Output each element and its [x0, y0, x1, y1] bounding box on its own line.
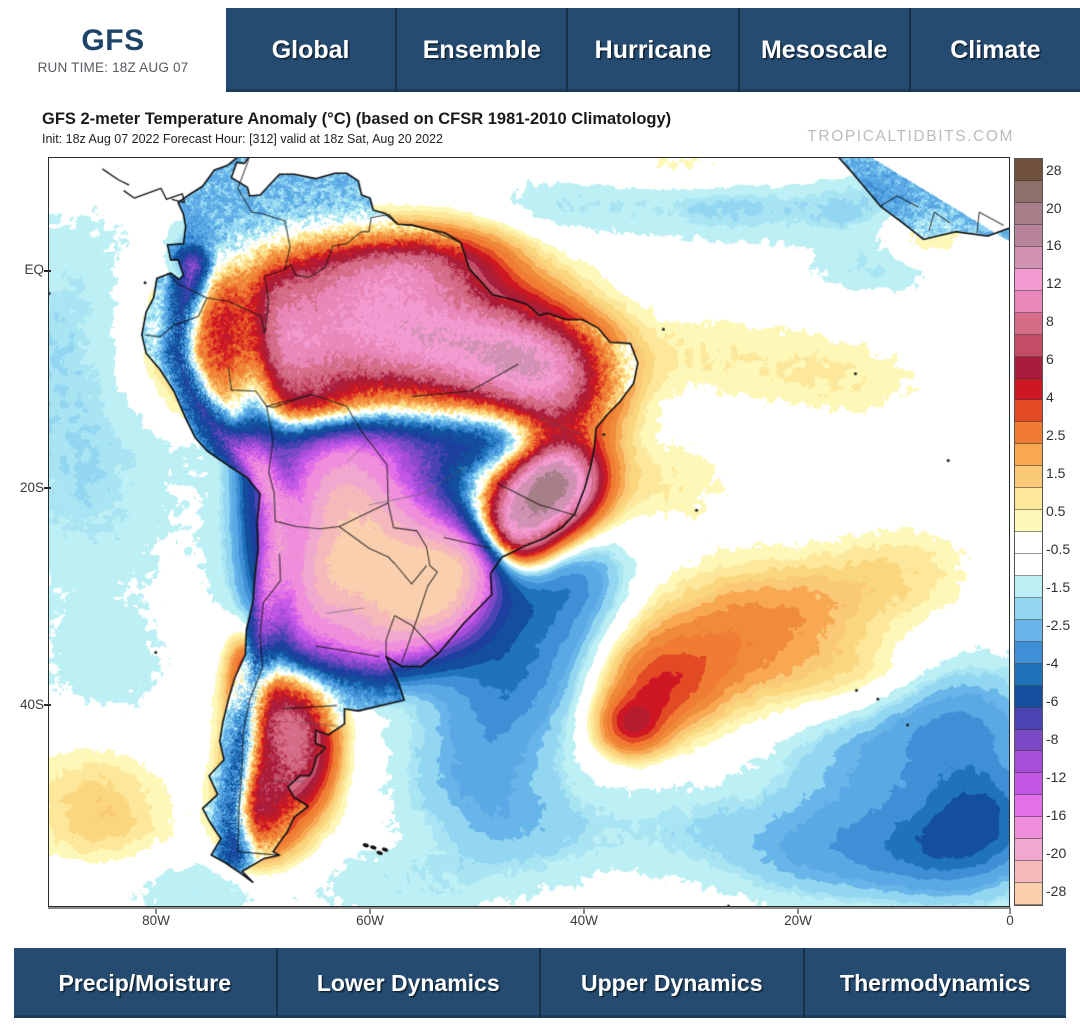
- colorbar-swatch: [1015, 707, 1042, 730]
- colorbar-swatch: [1015, 597, 1042, 620]
- colorbar-tick-label: 2.5: [1046, 427, 1066, 443]
- temperature-anomaly-raster: [49, 158, 1009, 906]
- colorbar-swatch: [1015, 839, 1042, 862]
- bottom-navigation-bar: Precip/Moisture Lower Dynamics Upper Dyn…: [14, 948, 1066, 1018]
- colorbar: [1014, 158, 1043, 906]
- chart-subtitle: Init: 18z Aug 07 2022 Forecast Hour: [31…: [42, 132, 443, 146]
- x-tick-label-80w: 80W: [142, 913, 170, 928]
- colorbar-tick-label: -28: [1046, 883, 1067, 899]
- colorbar-swatch: [1015, 883, 1042, 905]
- brand-block: GFS RUN TIME: 18Z AUG 07: [0, 8, 226, 92]
- colorbar-swatch: [1015, 159, 1042, 182]
- colorbar-swatch: [1015, 356, 1042, 379]
- x-tick-label-40w: 40W: [570, 913, 598, 928]
- tab-precip-moisture[interactable]: Precip/Moisture: [14, 948, 278, 1018]
- tab-thermodynamics[interactable]: Thermodynamics: [804, 948, 1066, 1018]
- x-tick-label-60w: 60W: [356, 913, 384, 928]
- top-navigation-bar: GFS RUN TIME: 18Z AUG 07 Global Ensemble…: [0, 8, 1080, 92]
- colorbar-swatch: [1015, 575, 1042, 598]
- colorbar-swatch: [1015, 619, 1042, 642]
- colorbar-tick-label: 28: [1046, 162, 1062, 178]
- colorbar-swatch: [1015, 729, 1042, 752]
- tab-upper-dynamics[interactable]: Upper Dynamics: [541, 948, 805, 1018]
- colorbar-tick-label: 12: [1046, 275, 1062, 291]
- colorbar-swatch: [1015, 663, 1042, 686]
- colorbar-swatch: [1015, 554, 1042, 576]
- colorbar-swatch: [1015, 773, 1042, 796]
- tab-hurricane[interactable]: Hurricane: [568, 8, 740, 92]
- colorbar-tick-label: -16: [1046, 807, 1067, 823]
- colorbar-tick-label: 4: [1046, 389, 1054, 405]
- colorbar-tick-label: -1.5: [1046, 579, 1071, 595]
- colorbar-tick-label: 20: [1046, 200, 1062, 216]
- colorbar-tick-label: 0.5: [1046, 503, 1066, 519]
- y-tick-mark-20s: [44, 487, 51, 489]
- colorbar-swatch: [1015, 422, 1042, 445]
- map-plot-area[interactable]: [48, 157, 1010, 907]
- model-name: GFS: [81, 23, 145, 57]
- colorbar-tick-label: 16: [1046, 237, 1062, 253]
- x-axis-line: [48, 907, 1010, 909]
- y-tick-label-20s: 20S: [19, 480, 44, 495]
- colorbar-tick-label: -8: [1046, 731, 1059, 747]
- colorbar-swatch: [1015, 290, 1042, 313]
- colorbar-swatch: [1015, 532, 1042, 554]
- colorbar-swatch: [1015, 641, 1042, 664]
- tab-lower-dynamics[interactable]: Lower Dynamics: [277, 948, 541, 1018]
- y-tick-mark-eq: [44, 270, 51, 272]
- tab-global[interactable]: Global: [226, 8, 398, 92]
- site-watermark: TROPICALTIDBITS.COM: [807, 128, 1014, 145]
- colorbar-swatch: [1015, 817, 1042, 840]
- colorbar-tick-label: 6: [1046, 351, 1054, 367]
- colorbar-tick-label: -2.5: [1046, 617, 1071, 633]
- colorbar-swatch: [1015, 795, 1042, 818]
- x-tick-label-20w: 20W: [784, 913, 812, 928]
- colorbar-swatch: [1015, 466, 1042, 489]
- colorbar-tick-label: 8: [1046, 313, 1054, 329]
- colorbar-tick-label: 1.5: [1046, 465, 1066, 481]
- colorbar-swatch: [1015, 203, 1042, 225]
- colorbar-tick-label: -0.5: [1046, 541, 1071, 557]
- colorbar-swatch: [1015, 224, 1042, 247]
- y-tick-label-eq: EQ: [24, 262, 44, 277]
- colorbar-swatch: [1015, 488, 1042, 511]
- colorbar-swatch: [1015, 246, 1042, 269]
- chart-title: GFS 2-meter Temperature Anomaly (°C) (ba…: [42, 110, 672, 128]
- colorbar-tick-label: -20: [1046, 845, 1067, 861]
- colorbar-swatch: [1015, 510, 1042, 533]
- colorbar-swatch: [1015, 444, 1042, 467]
- x-tick-label-0: 0: [1006, 913, 1014, 928]
- colorbar-swatch: [1015, 400, 1042, 423]
- tab-ensemble[interactable]: Ensemble: [397, 8, 569, 92]
- colorbar-tick-label: -4: [1046, 655, 1059, 671]
- weather-map-page: GFS RUN TIME: 18Z AUG 07 Global Ensemble…: [0, 0, 1080, 1030]
- tab-climate[interactable]: Climate: [910, 8, 1080, 92]
- colorbar-swatch: [1015, 181, 1042, 203]
- colorbar-tick-label: -6: [1046, 693, 1059, 709]
- colorbar-swatch: [1015, 378, 1042, 401]
- colorbar-swatch: [1015, 312, 1042, 335]
- colorbar-tick-label: -12: [1046, 769, 1067, 785]
- y-tick-label-40s: 40S: [19, 697, 44, 712]
- colorbar-swatch: [1015, 685, 1042, 708]
- colorbar-swatch: [1015, 861, 1042, 884]
- colorbar-swatch: [1015, 751, 1042, 774]
- colorbar-swatch: [1015, 334, 1042, 357]
- top-nav-tabs: Global Ensemble Hurricane Mesoscale Clim…: [226, 8, 1080, 92]
- colorbar-swatch: [1015, 268, 1042, 291]
- model-run-time: RUN TIME: 18Z AUG 07: [37, 60, 189, 76]
- y-tick-mark-40s: [44, 704, 51, 706]
- tab-mesoscale[interactable]: Mesoscale: [739, 8, 911, 92]
